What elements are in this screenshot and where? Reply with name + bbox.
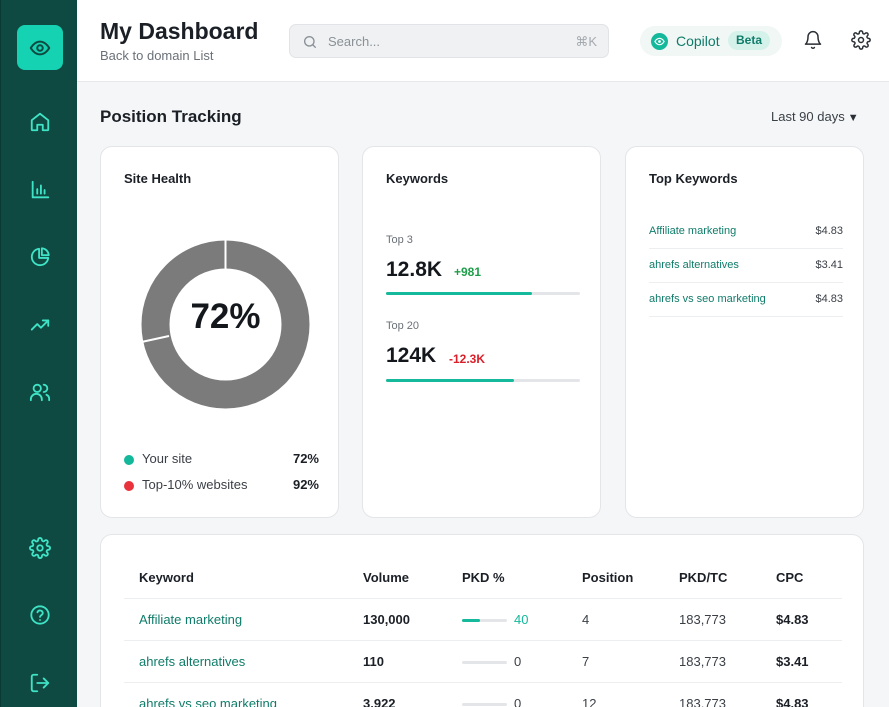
col-header-cpc[interactable]: CPC — [776, 570, 803, 585]
section-title: Position Tracking — [100, 107, 242, 126]
top-keyword-name[interactable]: Affiliate marketing — [649, 225, 736, 237]
settings-icon[interactable] — [27, 535, 53, 561]
row-pkd: 0 — [514, 654, 522, 669]
site-health-title: Site Health — [124, 171, 192, 186]
table-row[interactable]: Affiliate marketing 130,000 40 4 183,773… — [124, 598, 842, 640]
top-keyword-name[interactable]: ahrefs alternatives — [649, 259, 739, 271]
top20-label: Top 20 — [386, 320, 420, 332]
header-settings-icon[interactable] — [851, 30, 873, 52]
row-pkd: 40 — [514, 612, 529, 627]
help-icon[interactable] — [27, 602, 53, 628]
table-row[interactable]: ahrefs alternatives 110 0 7 183,773 $3.4… — [124, 640, 842, 682]
home-icon[interactable] — [27, 109, 53, 135]
row-keyword[interactable]: Affiliate marketing — [139, 612, 242, 627]
row-pkd-bar — [462, 619, 507, 622]
legend-dot — [124, 455, 134, 465]
back-to-domain-list-link[interactable]: Back to domain List — [100, 48, 213, 63]
row-pkd-fill — [462, 619, 480, 622]
top3-value: 12.8K — [386, 258, 443, 281]
row-pkdtc: 183,773 — [679, 612, 726, 627]
col-header-pkdtc[interactable]: PKD/TC — [679, 570, 727, 585]
date-range-label: Last 90 days — [771, 109, 845, 124]
page-title: My Dashboard — [100, 18, 259, 44]
search-input[interactable]: Search... ⌘K — [289, 24, 609, 58]
legend-label: Top-10% websites — [142, 477, 248, 492]
row-pkd-bar — [462, 703, 507, 706]
legend-value: 92% — [292, 477, 319, 492]
sidebar — [0, 0, 77, 707]
beta-badge: Beta — [728, 31, 771, 50]
logo-eye-button[interactable] — [17, 25, 63, 70]
top3-label: Top 3 — [386, 234, 413, 246]
search-shortcut: ⌘K — [575, 34, 597, 49]
caret-down-icon: ▼ — [847, 112, 859, 124]
top-keyword-value: $4.83 — [815, 225, 843, 237]
legend-your-site: Your site 72% — [124, 451, 319, 469]
copilot-eye-icon — [651, 33, 668, 50]
pie-chart-icon[interactable] — [27, 244, 53, 270]
search-icon — [302, 34, 318, 50]
top-keyword-value: $4.83 — [815, 293, 843, 305]
date-range-dropdown[interactable]: Last 90 days ▼ — [771, 109, 859, 124]
row-keyword[interactable]: ahrefs vs seo marketing — [139, 696, 277, 707]
top-keyword-value: $3.41 — [815, 259, 843, 271]
row-cpc: $4.83 — [776, 696, 809, 707]
row-position: 4 — [582, 612, 590, 627]
top-keyword-name[interactable]: ahrefs vs seo marketing — [649, 293, 766, 305]
legend-dot — [124, 481, 134, 491]
top20-value: 124K — [386, 344, 437, 367]
keywords-table: Keyword Volume PKD % Position PKD/TC CPC… — [100, 534, 864, 707]
col-header-position[interactable]: Position — [582, 570, 633, 585]
row-pkd-bar — [462, 661, 507, 664]
top3-progress-fill — [386, 292, 532, 295]
row-pkdtc: 183,773 — [679, 654, 726, 669]
trending-up-icon[interactable] — [27, 312, 53, 338]
eye-icon — [29, 40, 51, 55]
top-keyword-row[interactable]: Affiliate marketing $4.83 — [649, 215, 843, 249]
row-keyword[interactable]: ahrefs alternatives — [139, 654, 245, 669]
row-position: 7 — [582, 654, 590, 669]
top-keyword-row[interactable]: ahrefs vs seo marketing $4.83 — [649, 283, 843, 317]
logout-icon[interactable] — [27, 670, 53, 696]
users-icon[interactable] — [27, 379, 53, 405]
top3-delta: +981 — [454, 265, 482, 279]
col-header-keyword[interactable]: Keyword — [139, 570, 194, 585]
site-health-card: Site Health 72% Your site 72% Top-10% we… — [100, 146, 339, 518]
top-keywords-title: Top Keywords — [649, 171, 738, 186]
top20-progress — [386, 379, 580, 382]
copilot-button[interactable]: Copilot Beta — [640, 26, 782, 56]
col-header-pkd[interactable]: PKD % — [462, 570, 505, 585]
header: My Dashboard Back to domain List Search.… — [77, 0, 889, 82]
top20-progress-fill — [386, 379, 515, 382]
bar-chart-icon[interactable] — [27, 177, 53, 203]
row-pkdtc: 183,773 — [679, 696, 726, 707]
legend-value: 72% — [292, 451, 319, 466]
row-volume: 110 — [363, 654, 384, 669]
legend-top-websites: Top-10% websites 92% — [124, 477, 319, 495]
search-placeholder: Search... — [328, 34, 381, 49]
col-header-volume[interactable]: Volume — [363, 570, 409, 585]
top-keywords-card: Top Keywords Affiliate marketing $4.83 a… — [625, 146, 864, 518]
row-pkd: 0 — [514, 696, 522, 707]
row-cpc: $4.83 — [776, 612, 809, 627]
copilot-label: Copilot — [676, 33, 720, 49]
keywords-title: Keywords — [386, 171, 449, 186]
row-volume: 130,000 — [363, 612, 410, 627]
row-cpc: $3.41 — [776, 654, 809, 669]
keywords-card: Keywords Top 3 12.8K +981 Top 20 124K -1… — [362, 146, 601, 518]
top-keyword-row[interactable]: ahrefs alternatives $3.41 — [649, 249, 843, 283]
row-position: 12 — [582, 696, 597, 707]
bell-icon[interactable] — [803, 30, 825, 52]
table-row[interactable]: ahrefs vs seo marketing 3,922 0 12 183,7… — [124, 682, 842, 707]
top20-delta: -12.3K — [449, 352, 486, 366]
top3-progress — [386, 292, 580, 295]
legend-label: Your site — [142, 451, 193, 466]
donut-percent: 72% — [190, 297, 261, 336]
row-volume: 3,922 — [363, 696, 396, 707]
